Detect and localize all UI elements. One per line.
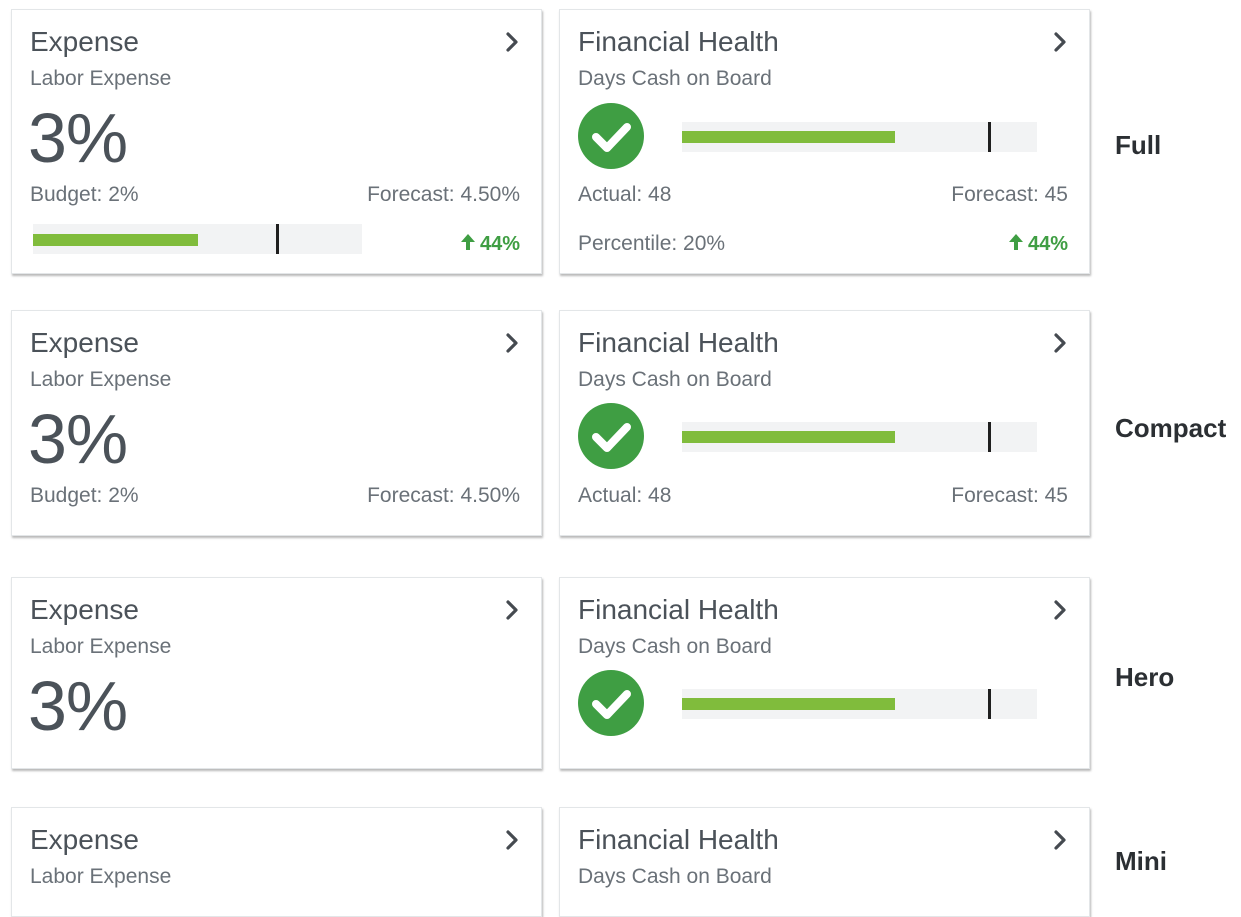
checkmark-circle-icon — [578, 103, 644, 169]
card-title: Expense — [30, 824, 139, 855]
expense-card-full[interactable]: Expense Labor Expense 3% Budget: 2% Fore… — [11, 9, 542, 274]
card-subtitle: Days Cash on Board — [578, 67, 772, 90]
variant-label-full: Full — [1115, 130, 1162, 160]
health-card-compact[interactable]: Financial Health Days Cash on Board Actu… — [559, 310, 1090, 536]
chevron-right-icon[interactable] — [1053, 333, 1067, 353]
forecast-label: Forecast: 45 — [951, 183, 1068, 206]
arrow-up-icon — [460, 234, 475, 250]
expense-card-hero[interactable]: Expense Labor Expense 3% — [11, 577, 542, 769]
expense-card-compact[interactable]: Expense Labor Expense 3% Budget: 2% Fore… — [11, 310, 542, 536]
card-title: Financial Health — [578, 327, 779, 358]
trend-indicator: 44% — [460, 232, 520, 256]
card-title: Financial Health — [578, 824, 779, 855]
progress-bar-marker — [988, 689, 991, 719]
arrow-up-icon — [1008, 234, 1023, 250]
budget-label: Budget: 2% — [30, 484, 139, 507]
chevron-right-icon[interactable] — [1053, 830, 1067, 850]
card-subtitle: Days Cash on Board — [578, 368, 772, 391]
metric-value: 3% — [28, 400, 128, 478]
forecast-label: Forecast: 45 — [951, 484, 1068, 507]
health-card-full[interactable]: Financial Health Days Cash on Board Actu… — [559, 9, 1090, 274]
progress-bar-fill — [33, 234, 198, 246]
metric-value: 3% — [28, 667, 128, 745]
progress-bar — [33, 224, 362, 254]
trend-value: 44% — [479, 233, 520, 255]
trend-value: 44% — [1027, 233, 1068, 255]
forecast-label: Forecast: 4.50% — [367, 484, 520, 507]
card-subtitle: Labor Expense — [30, 865, 172, 888]
trend-indicator: 44% — [1008, 232, 1068, 256]
progress-bar — [682, 422, 1037, 452]
progress-bar-marker — [988, 122, 991, 152]
card-title: Financial Health — [578, 26, 779, 57]
progress-bar — [682, 122, 1037, 152]
progress-bar-fill — [682, 131, 895, 143]
progress-bar-marker — [276, 224, 279, 254]
progress-bar-marker — [988, 422, 991, 452]
card-title: Expense — [30, 594, 139, 625]
chevron-right-icon[interactable] — [505, 600, 519, 620]
variant-label-compact: Compact — [1115, 413, 1227, 443]
health-card-mini[interactable]: Financial Health Days Cash on Board — [559, 807, 1090, 917]
card-title: Expense — [30, 26, 139, 57]
card-subtitle: Days Cash on Board — [578, 635, 772, 658]
health-card-hero[interactable]: Financial Health Days Cash on Board — [559, 577, 1090, 769]
actual-label: Actual: 48 — [578, 183, 672, 206]
chevron-right-icon[interactable] — [505, 333, 519, 353]
chevron-right-icon[interactable] — [1053, 600, 1067, 620]
chevron-right-icon[interactable] — [505, 32, 519, 52]
progress-bar-fill — [682, 431, 895, 443]
card-subtitle: Labor Expense — [30, 368, 172, 391]
checkmark-circle-icon — [578, 403, 644, 469]
percentile-label: Percentile: 20% — [578, 232, 726, 255]
card-subtitle: Days Cash on Board — [578, 865, 772, 888]
card-subtitle: Labor Expense — [30, 67, 172, 90]
checkmark-circle-icon — [578, 670, 644, 736]
chevron-right-icon[interactable] — [505, 830, 519, 850]
forecast-label: Forecast: 4.50% — [367, 183, 520, 206]
actual-label: Actual: 48 — [578, 484, 672, 507]
progress-bar-fill — [682, 698, 895, 710]
expense-card-mini[interactable]: Expense Labor Expense — [11, 807, 542, 917]
card-subtitle: Labor Expense — [30, 635, 172, 658]
metric-value: 3% — [28, 99, 128, 177]
chevron-right-icon[interactable] — [1053, 32, 1067, 52]
variant-label-mini: Mini — [1115, 846, 1167, 876]
variant-label-hero: Hero — [1115, 662, 1175, 692]
card-title: Expense — [30, 327, 139, 358]
card-title: Financial Health — [578, 594, 779, 625]
progress-bar — [682, 689, 1037, 719]
budget-label: Budget: 2% — [30, 183, 139, 206]
